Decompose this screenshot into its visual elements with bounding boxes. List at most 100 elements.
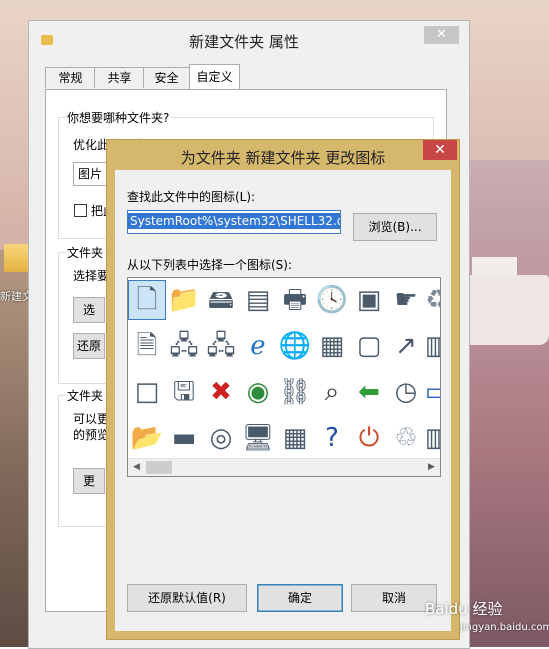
optimize-select[interactable]: 图片: [73, 162, 109, 186]
computer-icon-glyph: 🖥: [241, 423, 275, 453]
internet-explorer-icon[interactable]: ℯ: [239, 326, 277, 366]
network-icon-glyph: ⛓: [278, 377, 312, 407]
cabinet-2-icon[interactable]: ▥: [418, 418, 440, 458]
control-panel-icon[interactable]: ▦: [313, 326, 351, 366]
help-icon-glyph: ?: [325, 423, 339, 453]
hard-drive-icon-glyph: ▬: [171, 423, 197, 453]
internet-explorer-icon-glyph: ℯ: [250, 331, 266, 361]
hand-share-icon-glyph: ☛: [394, 285, 418, 315]
shortcut-arrow-icon-glyph: ↗: [395, 331, 417, 361]
tab-general[interactable]: 常规: [45, 67, 96, 88]
empty-folder-icon-glyph: 📂: [130, 423, 164, 453]
cd-rom-icon[interactable]: ◎: [202, 418, 240, 458]
restore-default-button[interactable]: 还原: [73, 333, 105, 359]
scroll-right-arrow-icon[interactable]: ▶: [423, 459, 440, 476]
recycle-bin-full-icon-glyph: ♻: [425, 287, 440, 313]
recycle-bin-empty-icon-glyph: ♲: [394, 423, 418, 453]
baidu-watermark: Baidu 经验: [425, 600, 503, 618]
browse-button[interactable]: 浏览(B)...: [353, 213, 437, 241]
search-file-label: 查找此文件中的图标(L):: [127, 190, 256, 204]
floppy-save-icon[interactable]: 🖫: [165, 372, 203, 412]
dialog-close-button[interactable]: ✕: [423, 140, 457, 160]
control-panel-icon-glyph: ▦: [319, 331, 345, 361]
folder-type-legend: 你想要哪种文件夹?: [65, 109, 172, 126]
properties-close-button[interactable]: ✕: [424, 26, 459, 44]
window-icon-glyph: ▣: [356, 285, 382, 315]
blank-document-icon-glyph: 🗋: [136, 285, 158, 315]
watermark-url: jingyan.baidu.com: [460, 622, 549, 633]
tab-customize[interactable]: 自定义: [189, 64, 240, 89]
clock-icon-glyph: ◷: [394, 377, 418, 407]
globe-cd-icon-glyph: ◉: [246, 377, 270, 407]
green-arrow-icon[interactable]: ⬅: [350, 372, 388, 412]
folder-icon-text-1: 可以更: [73, 412, 110, 426]
application-icon[interactable]: ▢: [350, 326, 388, 366]
window-frame-icon[interactable]: □: [128, 372, 166, 412]
icon-list-label: 从以下列表中选择一个图标(S):: [127, 258, 293, 272]
folder-icon[interactable]: 📁: [165, 280, 203, 320]
blank-document-icon[interactable]: 🗋: [128, 280, 166, 320]
cabinet-icon[interactable]: ▥: [418, 326, 440, 366]
scroll-thumb[interactable]: [146, 461, 172, 474]
scroll-left-arrow-icon[interactable]: ◀: [128, 459, 145, 476]
choose-file-button[interactable]: 选: [73, 297, 105, 323]
printer-icon[interactable]: 🖶: [276, 280, 314, 320]
dialog-title: 为文件夹 新建文件夹 更改图标: [180, 149, 386, 167]
power-icon-glyph: ⏻: [358, 423, 380, 453]
grid-app-icon-glyph: ▦: [282, 423, 308, 453]
network-drive-2-icon[interactable]: 🖧: [202, 326, 240, 366]
folder-picture-text: 选择要: [73, 269, 110, 283]
tab-sharing[interactable]: 共享: [94, 67, 145, 88]
network-icon[interactable]: ⛓: [276, 372, 314, 412]
search-magnifier-icon[interactable]: ⌕: [313, 372, 351, 412]
folder-icon-glyph: 📁: [167, 285, 201, 315]
power-icon[interactable]: ⏻: [350, 418, 388, 458]
drive-icon-glyph: 🖴: [207, 285, 235, 315]
folder-icon-legend: 文件夹: [65, 387, 106, 404]
text-document-icon[interactable]: 🗎: [128, 326, 166, 366]
network-globe-icon[interactable]: 🌐: [276, 326, 314, 366]
drive-error-icon[interactable]: ✖: [202, 372, 240, 412]
change-icon-dialog: 为文件夹 新建文件夹 更改图标 ✕ 查找此文件中的图标(L): SystemRo…: [106, 139, 460, 640]
cabinet-icon-glyph: ▥: [425, 333, 440, 359]
computer-icon[interactable]: 🖥: [239, 418, 277, 458]
network-drive-icon-glyph: 🖧: [169, 331, 199, 361]
printer-icon-glyph: 🖶: [282, 285, 308, 315]
application-icon-glyph: ▢: [356, 331, 382, 361]
folder-picture-legend: 文件夹: [65, 244, 106, 261]
tab-security[interactable]: 安全: [143, 67, 190, 88]
scheduled-task-icon[interactable]: 🕓: [313, 280, 351, 320]
memory-chip-icon[interactable]: ▤: [239, 280, 277, 320]
window-icon[interactable]: ▣: [350, 280, 388, 320]
wallpaper-right-scene: [458, 160, 549, 647]
monitor-icon[interactable]: ▭: [418, 372, 440, 412]
properties-title: 新建文件夹 属性: [189, 33, 299, 51]
globe-cd-icon[interactable]: ◉: [239, 372, 277, 412]
empty-folder-icon[interactable]: 📂: [128, 418, 166, 458]
properties-titlebar[interactable]: 新建文件夹 属性 ✕: [29, 21, 469, 63]
icon-file-path-input[interactable]: SystemRoot%\system32\SHELL32.dll: [127, 210, 341, 234]
network-drive-2-icon-glyph: 🖧: [206, 331, 236, 361]
text-document-icon-glyph: 🗎: [136, 331, 158, 361]
horizontal-scrollbar[interactable]: ◀ ▶: [128, 458, 440, 476]
cabinet-2-icon-glyph: ▥: [425, 425, 440, 451]
hard-drive-icon[interactable]: ▬: [165, 418, 203, 458]
restore-defaults-button[interactable]: 还原默认值(R): [127, 584, 247, 612]
help-icon[interactable]: ?: [313, 418, 351, 458]
network-drive-icon[interactable]: 🖧: [165, 326, 203, 366]
drive-error-icon-glyph: ✖: [210, 377, 232, 407]
ok-button[interactable]: 确定: [257, 584, 343, 612]
change-icon-button[interactable]: 更: [73, 468, 105, 494]
apply-subfolders-checkbox[interactable]: [74, 204, 87, 217]
scheduled-task-icon-glyph: 🕓: [315, 285, 349, 315]
recycle-bin-full-icon[interactable]: ♻: [418, 280, 440, 320]
drive-icon[interactable]: 🖴: [202, 280, 240, 320]
cd-rom-icon-glyph: ◎: [209, 423, 233, 453]
monitor-icon-glyph: ▭: [425, 379, 440, 405]
icon-list[interactable]: 🗋📁🖴▤🖶🕓▣☛♻🗎🖧🖧ℯ🌐▦▢↗▥□🖫✖◉⛓⌕⬅◷▭📂▬◎🖥▦?⏻♲▥ ◀ ▶: [127, 277, 441, 477]
memory-chip-icon-glyph: ▤: [245, 285, 271, 315]
network-globe-icon-glyph: 🌐: [278, 331, 312, 361]
dialog-body: 查找此文件中的图标(L): SystemRoot%\system32\SHELL…: [115, 170, 451, 631]
search-magnifier-icon-glyph: ⌕: [324, 377, 340, 407]
grid-app-icon[interactable]: ▦: [276, 418, 314, 458]
